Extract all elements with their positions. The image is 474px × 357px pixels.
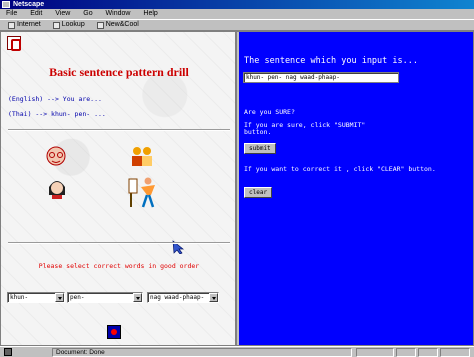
lookup-icon — [52, 21, 60, 29]
submit-instruction-continued: button. — [244, 128, 272, 136]
drill-frame[interactable]: Basic sentence pattern drill (English) -… — [1, 32, 237, 345]
chevron-down-icon[interactable] — [55, 293, 64, 302]
internet-label: Internet — [17, 21, 41, 28]
status-mail-cell — [418, 348, 438, 357]
internet-button[interactable]: Internet — [4, 20, 45, 30]
word-select-3-value: nag waad-phaap- — [150, 294, 205, 301]
english-prompt: (English) --> You are... — [8, 95, 102, 103]
status-online-cell — [396, 348, 416, 357]
thai-prompt: (Thai) --> khun- pen- ... — [8, 110, 106, 118]
menu-go[interactable]: Go — [83, 10, 92, 17]
word-select-1[interactable]: khun- — [7, 292, 65, 303]
window-title-bar: Netscape — [0, 0, 474, 9]
clear-button[interactable]: clear — [244, 187, 273, 198]
clear-instruction: If you want to correct it , click "CLEAR… — [244, 165, 436, 173]
status-text: Document: Done — [52, 348, 352, 357]
word-select-3[interactable]: nag waad-phaap- — [147, 292, 219, 303]
home-logo-icon[interactable] — [107, 325, 121, 339]
sentence-input[interactable]: khun- pen- nag waad-phaap- — [243, 72, 399, 83]
internet-icon — [8, 21, 15, 29]
instruction-text: Please select correct words in good orde… — [38, 262, 200, 270]
divider-top — [8, 129, 230, 131]
old-man-face-icon — [46, 146, 66, 166]
divider-bottom — [8, 242, 230, 244]
result-frame: The sentence which you input is... khun-… — [239, 32, 473, 345]
menu-edit[interactable]: Edit — [30, 10, 42, 17]
lookup-label: Lookup — [61, 21, 85, 28]
status-progress-cell — [356, 348, 394, 357]
menu-view[interactable]: View — [55, 10, 70, 17]
menu-help[interactable]: Help — [143, 10, 157, 17]
menu-window[interactable]: Window — [106, 10, 131, 17]
site-logo[interactable] — [7, 36, 21, 51]
chevron-down-icon[interactable] — [133, 293, 142, 302]
word-select-1-value: khun- — [10, 294, 29, 301]
page-title: Basic sentence pattern drill — [49, 65, 189, 79]
security-key-icon — [4, 348, 12, 356]
new-cool-label: New&Cool — [105, 21, 139, 28]
browser-content: Basic sentence pattern drill (English) -… — [0, 31, 474, 346]
window-title: Netscape — [13, 1, 45, 8]
directory-toolbar: Internet Lookup New&Cool — [0, 19, 474, 31]
chevron-down-icon[interactable] — [209, 293, 218, 302]
status-component-cell — [440, 348, 470, 357]
new-cool-icon — [96, 21, 104, 29]
new-cool-button[interactable]: New&Cool — [92, 20, 143, 30]
result-title: The sentence which you input is... — [244, 56, 418, 66]
menu-file[interactable]: File — [6, 10, 17, 17]
netscape-window-icon[interactable] — [2, 1, 10, 8]
menu-bar: File Edit View Go Window Help — [0, 9, 474, 19]
status-bar: Document: Done — [0, 346, 474, 357]
painter-icon — [128, 177, 155, 208]
girl-face-icon — [49, 181, 65, 199]
are-you-sure-text: Are you SURE? — [244, 108, 295, 116]
word-select-2[interactable]: pen- — [67, 292, 143, 303]
two-people-icon — [132, 147, 152, 166]
word-select-2-value: pen- — [70, 294, 85, 301]
submit-button[interactable]: submit — [244, 143, 276, 154]
lookup-button[interactable]: Lookup — [48, 20, 89, 30]
